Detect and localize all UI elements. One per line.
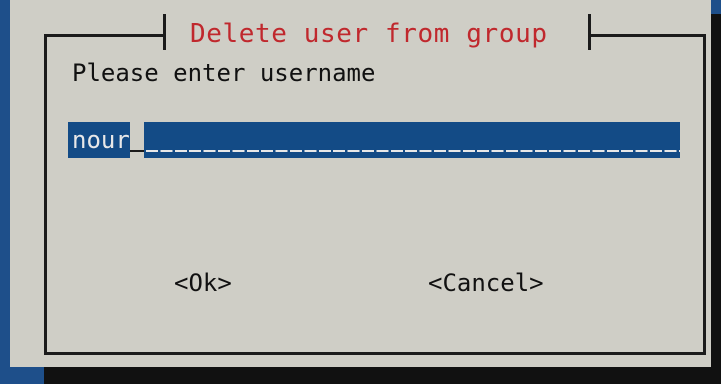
username-prompt: Please enter username <box>72 59 376 87</box>
dialog-shadow-right <box>711 14 721 384</box>
username-input[interactable]: nour <box>68 122 680 158</box>
dialog-border-right <box>703 34 706 355</box>
dialog-border-left <box>44 34 47 355</box>
delete-user-dialog: Delete user from group Please enter user… <box>10 0 711 367</box>
dialog-shadow <box>44 367 721 384</box>
input-fill-underline <box>144 122 680 158</box>
cancel-button[interactable]: <Cancel> <box>428 268 544 298</box>
dialog-border-top-right <box>590 34 705 37</box>
text-cursor <box>129 122 144 158</box>
ok-button[interactable]: <Ok> <box>174 268 232 298</box>
title-bracket-right <box>588 14 591 50</box>
username-input-value: nour <box>72 126 130 154</box>
dialog-border-top-left <box>46 34 165 37</box>
dialog-border-bottom <box>44 352 706 355</box>
dialog-title: Delete user from group <box>190 19 548 49</box>
title-bracket-left <box>163 14 166 50</box>
